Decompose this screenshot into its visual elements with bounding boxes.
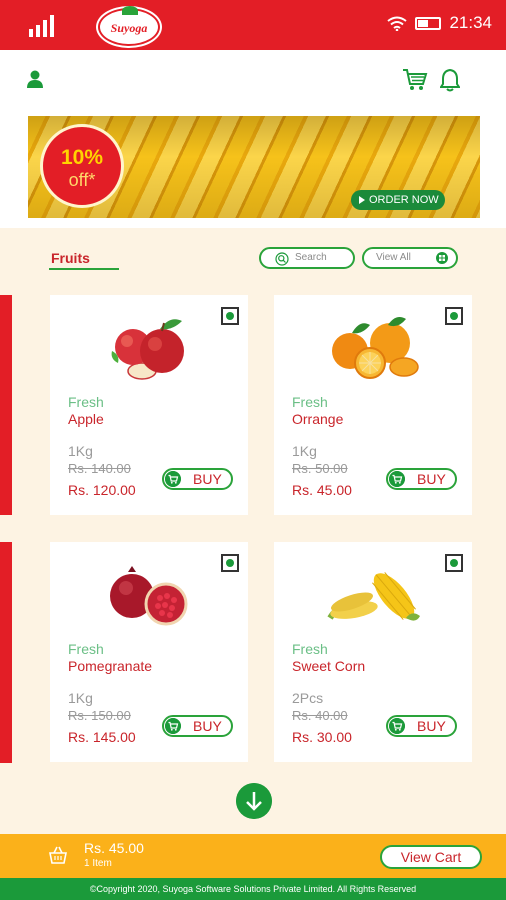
footer-copyright: ©Copyright 2020, Suyoga Software Solutio… xyxy=(0,878,506,900)
veg-indicator-icon xyxy=(445,554,463,572)
product-mrp: Rs. 40.00 xyxy=(292,708,348,723)
cart-total: Rs. 45.00 xyxy=(84,840,144,856)
discount-off-label: off* xyxy=(68,170,96,190)
product-quantity: 1Kg xyxy=(68,690,93,706)
product-fresh-label: Fresh xyxy=(68,394,104,410)
search-placeholder: Search xyxy=(295,252,327,263)
product-quantity: 1Kg xyxy=(68,443,93,459)
view-cart-button[interactable]: View Cart xyxy=(380,845,482,869)
order-now-label: ORDER NOW xyxy=(369,194,439,206)
cart-summary-bar: Rs. 45.00 1 Item View Cart xyxy=(0,834,506,878)
product-price: Rs. 145.00 xyxy=(68,729,136,745)
discount-percent: 10% xyxy=(60,146,104,169)
product-price: Rs. 45.00 xyxy=(292,482,352,498)
leaf-icon xyxy=(122,6,138,15)
veg-indicator-icon xyxy=(445,307,463,325)
brand-logo-text: Suyoga xyxy=(110,21,148,35)
buy-label: BUY xyxy=(193,718,222,734)
row-accent-bar xyxy=(0,542,12,763)
order-now-button[interactable]: ORDER NOW xyxy=(351,190,445,210)
section-underline xyxy=(49,268,119,270)
status-indicators: 21:34 xyxy=(387,13,492,33)
basket-icon[interactable] xyxy=(48,846,68,864)
user-icon[interactable] xyxy=(26,70,44,88)
product-name: Pomegranate xyxy=(68,658,153,674)
product-fresh-label: Fresh xyxy=(292,394,328,410)
row-accent-bar xyxy=(0,295,12,515)
product-card-pomegranate[interactable]: Fresh Pomegranate 1Kg Rs. 150.00 Rs. 145… xyxy=(50,542,248,762)
buy-label: BUY xyxy=(417,471,446,487)
veg-indicator-icon xyxy=(221,554,239,572)
product-fresh-label: Fresh xyxy=(68,641,104,657)
buy-button[interactable]: BUY xyxy=(162,468,233,490)
product-mrp: Rs. 150.00 xyxy=(68,708,131,723)
search-icon xyxy=(275,252,289,266)
buy-button[interactable]: BUY xyxy=(386,468,457,490)
buy-label: BUY xyxy=(193,471,222,487)
search-input[interactable]: Search xyxy=(259,247,355,269)
signal-icon xyxy=(29,15,54,37)
product-mrp: Rs. 50.00 xyxy=(292,461,348,476)
product-fresh-label: Fresh xyxy=(292,641,328,657)
cart-icon xyxy=(165,471,181,487)
product-name: Sweet Corn xyxy=(292,658,366,674)
buy-label: BUY xyxy=(417,718,446,734)
wifi-icon xyxy=(387,16,408,31)
product-quantity: 2Pcs xyxy=(292,690,324,706)
battery-level xyxy=(418,19,429,27)
battery-icon xyxy=(415,16,442,30)
product-price: Rs. 30.00 xyxy=(292,729,352,745)
grid-icon xyxy=(436,252,448,264)
orange-image xyxy=(332,317,419,379)
status-time: 21:34 xyxy=(449,13,492,32)
buy-button[interactable]: BUY xyxy=(162,715,233,737)
bell-icon[interactable] xyxy=(440,68,460,92)
view-all-button[interactable]: View All xyxy=(362,247,458,269)
product-quantity: 1Kg xyxy=(292,443,317,459)
cart-item-count: 1 Item xyxy=(84,858,112,869)
promo-banner[interactable]: 10% off* ORDER NOW xyxy=(28,116,480,218)
product-price: Rs. 120.00 xyxy=(68,482,136,498)
view-all-label: View All xyxy=(376,252,411,263)
cart-icon xyxy=(389,471,405,487)
scroll-down-button[interactable] xyxy=(236,783,272,819)
cart-icon xyxy=(389,718,405,734)
apple-image xyxy=(111,319,184,380)
pomegranate-image xyxy=(110,566,188,626)
cart-icon[interactable] xyxy=(402,68,428,92)
discount-badge: 10% off* xyxy=(40,124,124,208)
app-header xyxy=(0,50,506,110)
buy-button[interactable]: BUY xyxy=(386,715,457,737)
play-icon xyxy=(359,196,365,204)
veg-indicator-icon xyxy=(221,307,239,325)
status-bar: Suyoga 21:34 xyxy=(0,0,506,50)
section-title: Fruits xyxy=(51,250,90,266)
brand-logo[interactable]: Suyoga xyxy=(98,6,160,46)
product-mrp: Rs. 140.00 xyxy=(68,461,131,476)
product-card-sweet-corn[interactable]: Fresh Sweet Corn 2Pcs Rs. 40.00 Rs. 30.0… xyxy=(274,542,472,762)
product-card-apple[interactable]: Fresh Apple 1Kg Rs. 140.00 Rs. 120.00 BU… xyxy=(50,295,248,515)
product-name: Apple xyxy=(68,411,104,427)
cart-icon xyxy=(165,718,181,734)
promo-banner-area: 10% off* ORDER NOW xyxy=(0,110,506,228)
product-card-orange[interactable]: Fresh Orrange 1Kg Rs. 50.00 Rs. 45.00 BU… xyxy=(274,295,472,515)
product-name: Orrange xyxy=(292,411,344,427)
sweet-corn-image xyxy=(327,572,420,621)
